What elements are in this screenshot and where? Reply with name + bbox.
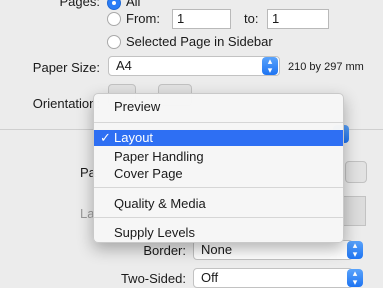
- paper-size-stepper-icon: ▴ ▾: [262, 57, 278, 75]
- menu-item-layout[interactable]: ✓ Layout: [94, 130, 343, 146]
- two-sided-stepper-icon: ▴ ▾: [347, 269, 363, 287]
- menu-separator: [94, 187, 343, 188]
- menu-item-cover-page[interactable]: Cover Page: [94, 166, 343, 182]
- menu-item-preview[interactable]: Preview: [94, 99, 343, 115]
- checkmark-icon: ✓: [100, 130, 111, 145]
- border-popup[interactable]: None: [193, 240, 353, 260]
- pages-from-radio[interactable]: [107, 12, 121, 26]
- paper-size-label: Paper Size:: [32, 60, 100, 75]
- from-label: From:: [126, 11, 160, 26]
- menu-separator: [94, 217, 343, 218]
- menu-item-layout-label: Layout: [114, 130, 154, 145]
- menu-item-supply-levels[interactable]: Supply Levels: [94, 225, 343, 241]
- pages-all-radio[interactable]: [107, 0, 121, 10]
- two-sided-label: Two-Sided:: [120, 271, 186, 286]
- selected-page-radio[interactable]: [107, 35, 121, 49]
- two-sided-popup[interactable]: Off: [193, 268, 353, 288]
- menu-item-quality-media[interactable]: Quality & Media: [94, 196, 343, 212]
- menu-item-paper-handling[interactable]: Paper Handling: [94, 149, 343, 165]
- pages-label: Pages:: [59, 0, 100, 9]
- border-value: None: [201, 242, 233, 257]
- pages-per-sheet-stepper[interactable]: [345, 161, 367, 183]
- orientation-label: Orientation:: [32, 96, 100, 111]
- menu-separator: [94, 122, 343, 123]
- border-stepper-icon: ▴ ▾: [347, 241, 363, 259]
- pages-all-label: All: [126, 0, 141, 9]
- print-options-menu: Preview ✓ Layout Paper Handling Cover Pa…: [93, 93, 344, 243]
- selected-page-label: Selected Page in Sidebar: [126, 34, 273, 49]
- border-label: Border:: [143, 243, 186, 258]
- to-input[interactable]: 1: [267, 9, 329, 29]
- paper-size-value: A4: [116, 58, 132, 73]
- paper-dimensions: 210 by 297 mm: [288, 61, 364, 73]
- from-input[interactable]: 1: [172, 9, 231, 29]
- paper-size-popup[interactable]: A4: [108, 56, 280, 76]
- to-label: to:: [244, 11, 259, 26]
- two-sided-value: Off: [201, 270, 219, 285]
